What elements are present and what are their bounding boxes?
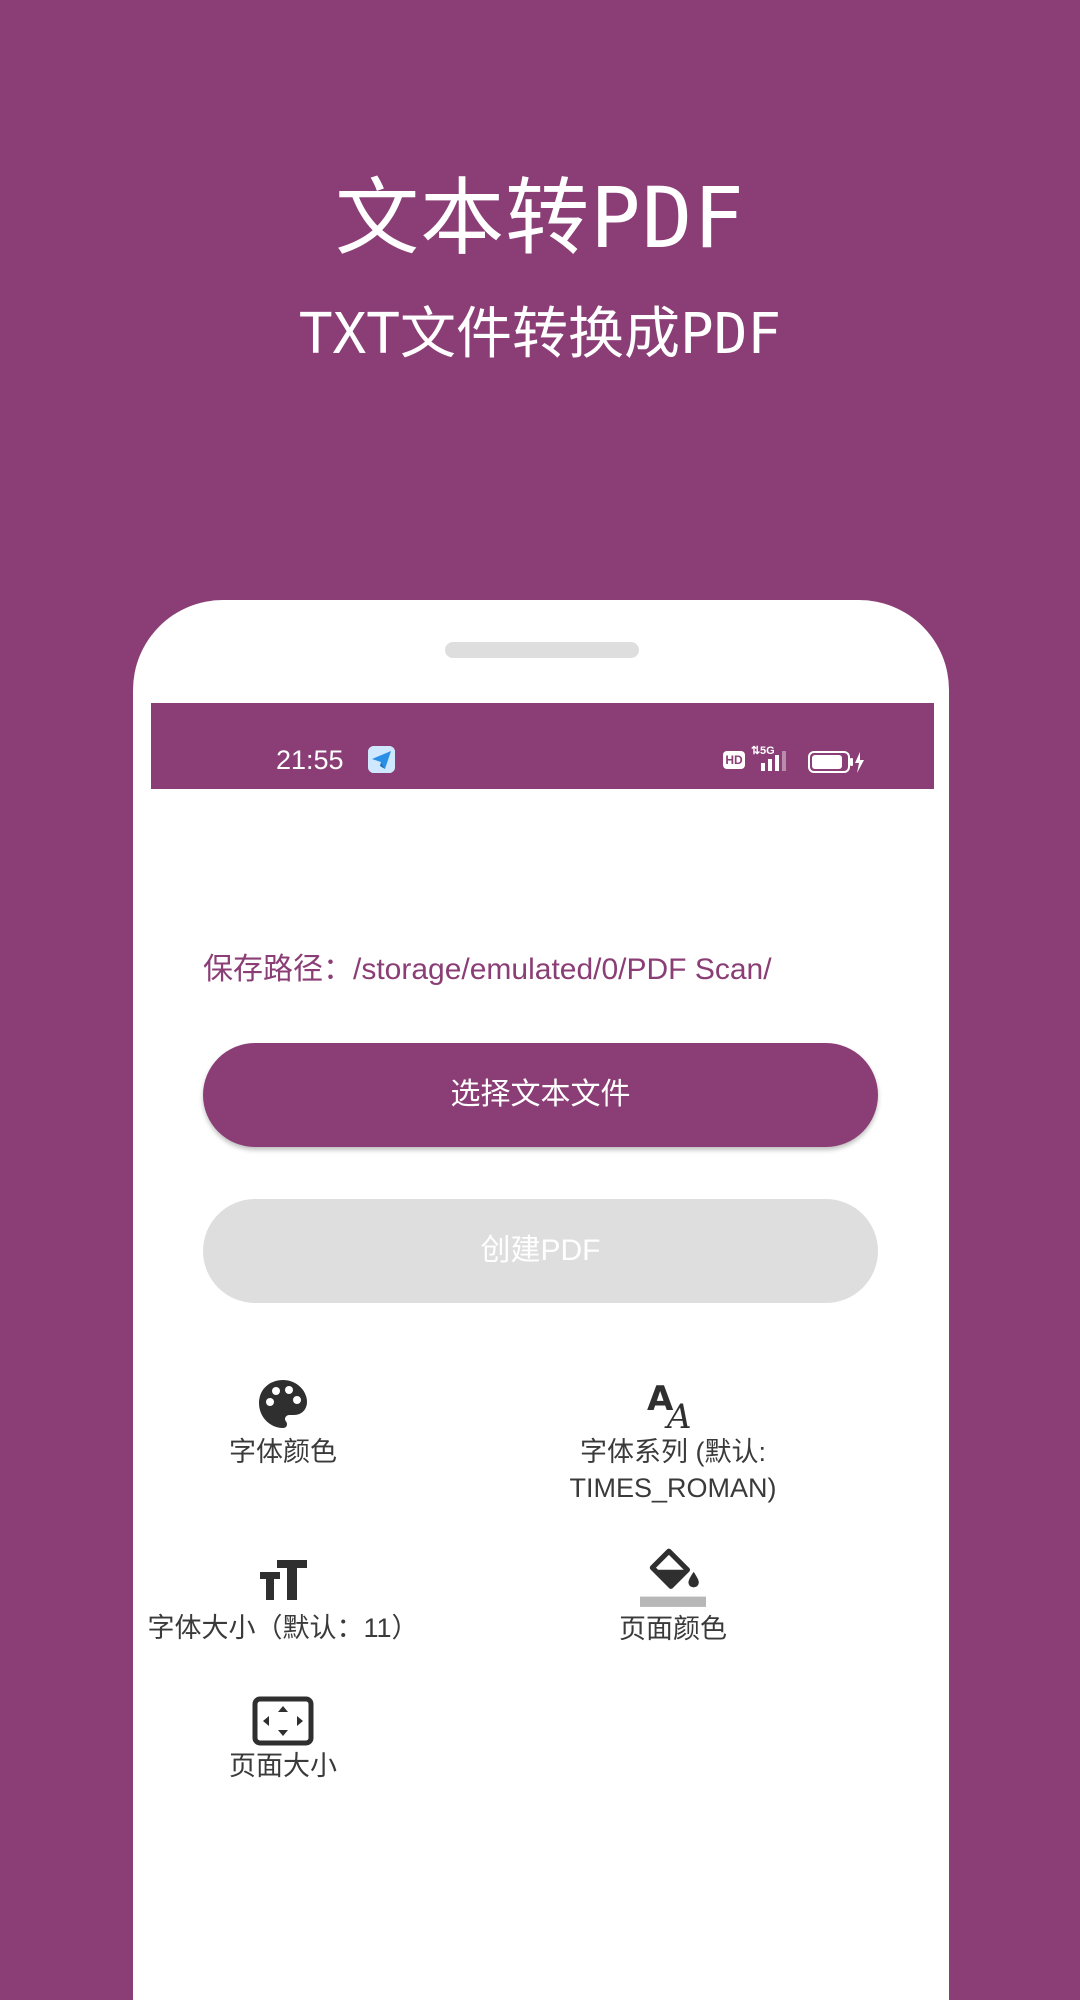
text-size-icon xyxy=(260,1560,307,1600)
font-color-option[interactable]: 字体颜色 xyxy=(83,1376,483,1470)
hero-subtitle: TXT文件转换成PDF xyxy=(298,302,782,367)
page-size-option[interactable]: 页面大小 xyxy=(83,1696,483,1784)
font-color-label: 字体颜色 xyxy=(229,1437,337,1467)
phone-mockup: 21:55 HD ⇅ 5G 保存路径：/storage/emulated/0/P… xyxy=(133,600,949,2000)
save-path-label: 保存路径：/storage/emulated/0/PDF Scan/ xyxy=(203,953,772,986)
font-family-option[interactable]: A A 字体系列 (默认: TIMES_ROMAN) xyxy=(473,1376,873,1506)
font-family-icon: A A xyxy=(647,1379,692,1432)
font-family-label: 字体系列 (默认: TIMES_ROMAN) xyxy=(569,1437,777,1503)
page-color-option[interactable]: 页面颜色 xyxy=(473,1545,873,1647)
page-size-label: 页面大小 xyxy=(229,1751,337,1781)
create-pdf-button[interactable]: 创建PDF xyxy=(203,1199,878,1303)
battery-charging-icon xyxy=(808,750,866,774)
hd-icon: HD xyxy=(723,751,745,769)
signal-5g-icon: ⇅ 5G xyxy=(751,743,793,773)
status-bar: 21:55 HD ⇅ 5G xyxy=(151,703,934,789)
svg-text:⇅: ⇅ xyxy=(751,745,760,757)
page-color-label: 页面颜色 xyxy=(619,1614,727,1644)
palette-icon xyxy=(259,1380,307,1428)
hero-title: 文本转PDF xyxy=(335,169,745,267)
status-time: 21:55 xyxy=(276,745,344,775)
network-type-label: 5G xyxy=(760,745,775,757)
select-text-file-button[interactable]: 选择文本文件 xyxy=(203,1043,878,1147)
font-size-label: 字体大小（默认：11） xyxy=(147,1613,419,1643)
paint-bucket-icon xyxy=(640,1548,706,1607)
font-size-option[interactable]: 字体大小（默认：11） xyxy=(83,1552,483,1646)
svg-text:A: A xyxy=(664,1397,692,1432)
page-size-icon xyxy=(252,1696,314,1746)
telegram-icon xyxy=(368,746,395,773)
phone-speaker xyxy=(445,642,639,658)
